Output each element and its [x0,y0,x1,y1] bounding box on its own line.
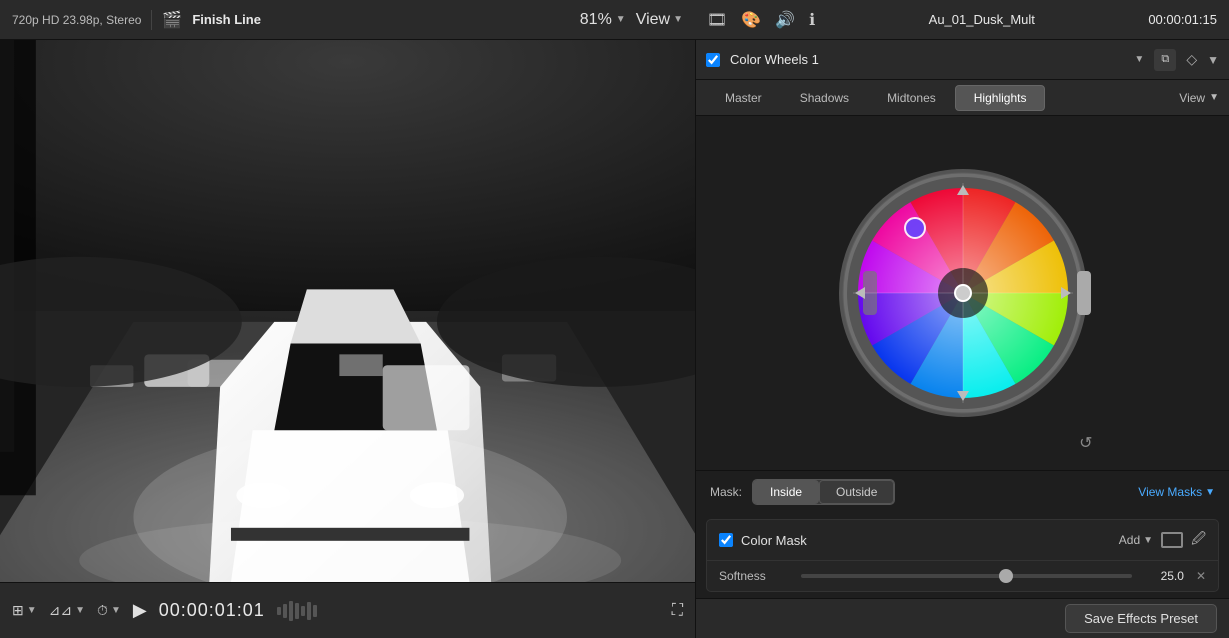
audio-bar-1 [277,607,281,615]
main-content: ⊞ ▼ ⊿⊿ ▼ ⏱ ▼ ▶ 00:00:01:01 [0,40,1229,638]
tab-shadows[interactable]: Shadows [781,85,868,111]
video-area [0,40,695,582]
audio-bar-2 [283,604,287,618]
trim-button[interactable]: ⊿⊿ ▼ [49,602,85,619]
mask-outside-button[interactable]: Outside [819,480,894,504]
info-icon[interactable]: ℹ [809,10,815,30]
color-wheel-area[interactable]: ↺ [696,116,1229,470]
mask-label: Mask: [710,485,742,499]
audio-bar-6 [307,602,311,620]
tab-view-button[interactable]: View ▼ [1179,91,1219,105]
timecode-display: 00:00:01:15 [1148,12,1217,27]
bottom-bar: Save Effects Preset [696,598,1229,638]
top-bar-left: 720p HD 23.98p, Stereo 🎬 Finish Line 81%… [0,10,695,30]
audio-bar-5 [301,606,305,616]
color-wheel-container[interactable]: ↺ [833,163,1093,423]
color-mask-rect-icon[interactable] [1161,532,1183,548]
add-chevron-icon: ▼ [1143,535,1153,546]
audio-bar-3 [289,601,293,621]
view-masks-button[interactable]: View Masks ▼ [1138,485,1215,499]
view-masks-label: View Masks [1138,485,1202,499]
trim-icon: ⊿⊿ [49,602,72,619]
reset-color-wheel-button[interactable]: ↺ [1079,433,1092,453]
tab-view-chevron-icon: ▼ [1209,92,1219,103]
tab-master[interactable]: Master [706,85,781,111]
layout-icon: ⊞ [12,602,24,619]
effect-dropdown-icon: ▼ [1134,54,1144,65]
layout-chevron-icon: ▼ [27,605,37,616]
inspector-panel: Color Wheels 1 ▼ ⧉ ◇ ▼ Master Shadows Mi… [695,40,1229,638]
video-frame [0,40,695,582]
effect-copy-icon[interactable]: ⧉ [1154,49,1176,71]
eyedropper-icon[interactable]: 🖉 [1191,528,1206,552]
view-masks-chevron-icon: ▼ [1205,487,1215,498]
effect-name-label: Color Wheels 1 [730,52,1124,67]
play-button[interactable]: ▶ [133,600,147,621]
playback-timecode: 00:00:01:01 [159,600,265,621]
playback-controls: ⊞ ▼ ⊿⊿ ▼ ⏱ ▼ ▶ 00:00:01:01 [12,600,317,621]
fullscreen-button[interactable]: ⛶ [672,602,683,620]
zoom-level: 81% [580,11,612,29]
color-mask-header: Color Mask Add ▼ 🖉 [707,520,1218,561]
softness-label: Softness [719,569,789,583]
mask-inside-button[interactable]: Inside [753,480,819,504]
effect-enable-checkbox[interactable] [706,53,720,67]
toolbar-icons: 🎞 🎨 🔊 ℹ [707,10,815,30]
video-info: 720p HD 23.98p, Stereo [12,13,141,27]
file-name: Au_01_Dusk_Mult [929,12,1035,27]
audio-level-meter [277,601,317,621]
add-label: Add [1119,533,1140,547]
softness-thumb[interactable] [999,569,1013,583]
mask-section: Mask: Inside Outside View Masks ▼ [696,470,1229,513]
audio-bar-4 [295,603,299,619]
clapper-icon: 🎬 [162,10,182,30]
view-chevron-icon: ▼ [673,14,683,25]
color-mask-section: Color Mask Add ▼ 🖉 Softness 25.0 ✕ [706,519,1219,592]
color-icon[interactable]: 🎨 [741,10,761,30]
color-tabs-row: Master Shadows Midtones Highlights View … [696,80,1229,116]
view-button[interactable]: View ▼ [636,11,683,29]
tab-view-label: View [1179,91,1205,105]
zoom-control[interactable]: 81% ▼ [580,11,626,29]
tab-highlights[interactable]: Highlights [955,85,1046,111]
trim-chevron-icon: ▼ [75,605,85,616]
color-mask-label: Color Mask [741,533,1111,548]
view-layout-button[interactable]: ⊞ ▼ [12,602,37,619]
effect-header: Color Wheels 1 ▼ ⧉ ◇ ▼ [696,40,1229,80]
softness-value: 25.0 [1144,569,1184,583]
speed-chevron-icon: ▼ [111,605,121,616]
effect-expand-icon[interactable]: ▼ [1207,53,1219,67]
speed-button[interactable]: ⏱ ▼ [97,602,121,619]
save-effects-preset-button[interactable]: Save Effects Preset [1065,604,1217,633]
zoom-chevron-icon: ▼ [616,14,626,25]
view-label: View [636,11,670,29]
keyframe-diamond-icon[interactable]: ◇ [1186,51,1197,68]
playback-bar: ⊞ ▼ ⊿⊿ ▼ ⏱ ▼ ▶ 00:00:01:01 [0,582,695,638]
audio-icon[interactable]: 🔊 [775,10,795,30]
effect-action-icons: ⧉ ◇ ▼ [1154,49,1219,71]
project-title: Finish Line [192,12,261,27]
top-bar: 720p HD 23.98p, Stereo 🎬 Finish Line 81%… [0,0,1229,40]
speed-icon: ⏱ [97,602,108,619]
softness-close-button[interactable]: ✕ [1196,569,1206,583]
color-wheel-svg[interactable] [833,163,1093,423]
softness-row: Softness 25.0 ✕ [707,561,1218,591]
video-panel: ⊞ ▼ ⊿⊿ ▼ ⏱ ▼ ▶ 00:00:01:01 [0,40,695,638]
color-mask-add-button[interactable]: Add ▼ [1119,533,1153,547]
audio-bar-7 [313,605,317,617]
video-scene-svg [0,40,695,582]
tab-midtones[interactable]: Midtones [868,85,955,111]
softness-slider[interactable] [801,574,1132,578]
film-icon[interactable]: 🎞 [707,10,727,30]
color-mask-enable-checkbox[interactable] [719,533,733,547]
top-bar-right: 🎞 🎨 🔊 ℹ Au_01_Dusk_Mult 00:00:01:15 [695,10,1229,30]
